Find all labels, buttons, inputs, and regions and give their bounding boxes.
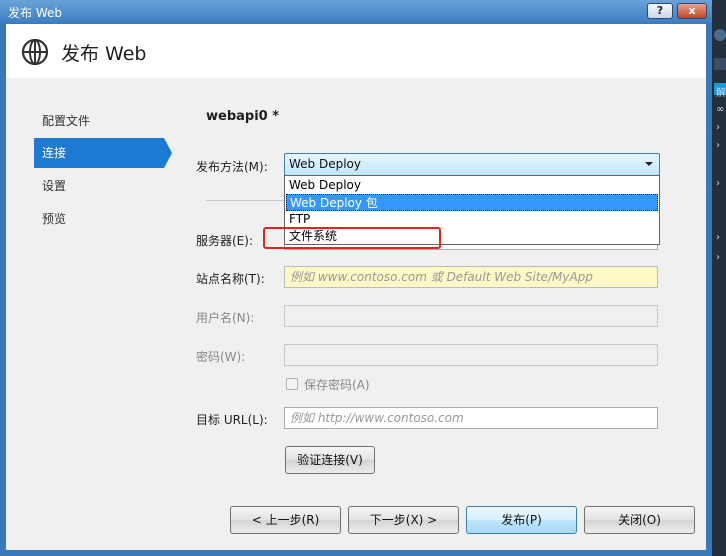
sidebar-item-preview[interactable]: 预览 [34,204,164,234]
save-password-checkbox[interactable] [286,378,298,390]
background-chevron-icon: › [716,232,720,243]
username-label: 用户名(N): [196,311,255,325]
sidebar-item-settings[interactable]: 设置 [34,171,164,201]
publish-web-dialog: 发布 Web ? x 发布 Web 配置文件 连接 设置 预览 webapi0 … [0,0,712,556]
dialog-title: 发布 Web [61,43,147,65]
background-chevron-icon: › [716,178,720,189]
close-button[interactable]: 关闭(O) [584,506,695,534]
site-name-field[interactable]: 例如 www.contoso.com 或 Default Web Site/My… [284,266,658,288]
validate-connection-button[interactable]: 验证连接(V) [285,446,375,474]
dialog-body: 发布 Web 配置文件 连接 设置 预览 webapi0 * 发布方法(M): … [6,24,706,550]
save-password-label: 保存密码(A) [304,378,370,392]
help-button[interactable]: ? [647,3,673,19]
dropdown-option-web-deploy[interactable]: Web Deploy [286,177,658,194]
background-tab [714,58,726,70]
profile-name: webapi0 * [206,109,280,124]
dropdown-option-ftp[interactable]: FTP [286,211,658,228]
window-title: 发布 Web [8,6,62,20]
server-label: 服务器(E): [196,234,253,248]
background-mark-infinity: ∞ [716,104,725,115]
background-chevron-icon: › [716,140,720,151]
publish-method-label: 发布方法(M): [196,160,268,174]
next-button[interactable]: 下一步(X) > [348,506,459,534]
globe-icon [21,38,49,66]
sidebar-item-connection[interactable]: 连接 [34,138,164,168]
title-bar[interactable]: 发布 Web ? x [0,0,712,22]
sidebar-item-profile[interactable]: 配置文件 [34,106,164,136]
chevron-down-icon[interactable] [645,162,653,166]
username-field[interactable] [284,305,658,327]
background-mark: 解 [716,88,726,99]
close-window-button[interactable]: x [677,3,707,19]
dialog-header: 发布 Web [6,24,706,78]
background-icon [714,29,726,41]
publish-method-select[interactable]: Web Deploy [284,153,660,176]
publish-button[interactable]: 发布(P) [466,506,577,534]
active-item-arrow [164,138,172,168]
site-name-label: 站点名称(T): [196,272,265,286]
password-label: 密码(W): [196,350,246,364]
background-chevron-icon: › [716,122,720,133]
background-chevron-icon: › [716,252,720,263]
annotation-highlight-box [263,227,441,249]
previous-button[interactable]: < 上一步(R) [230,506,341,534]
dropdown-option-web-deploy-package[interactable]: Web Deploy 包 [286,194,658,211]
publish-method-value: Web Deploy [289,157,361,171]
target-url-label: 目标 URL(L): [196,413,268,427]
target-url-field[interactable]: 例如 http://www.contoso.com [284,407,658,429]
password-field[interactable] [284,344,658,366]
